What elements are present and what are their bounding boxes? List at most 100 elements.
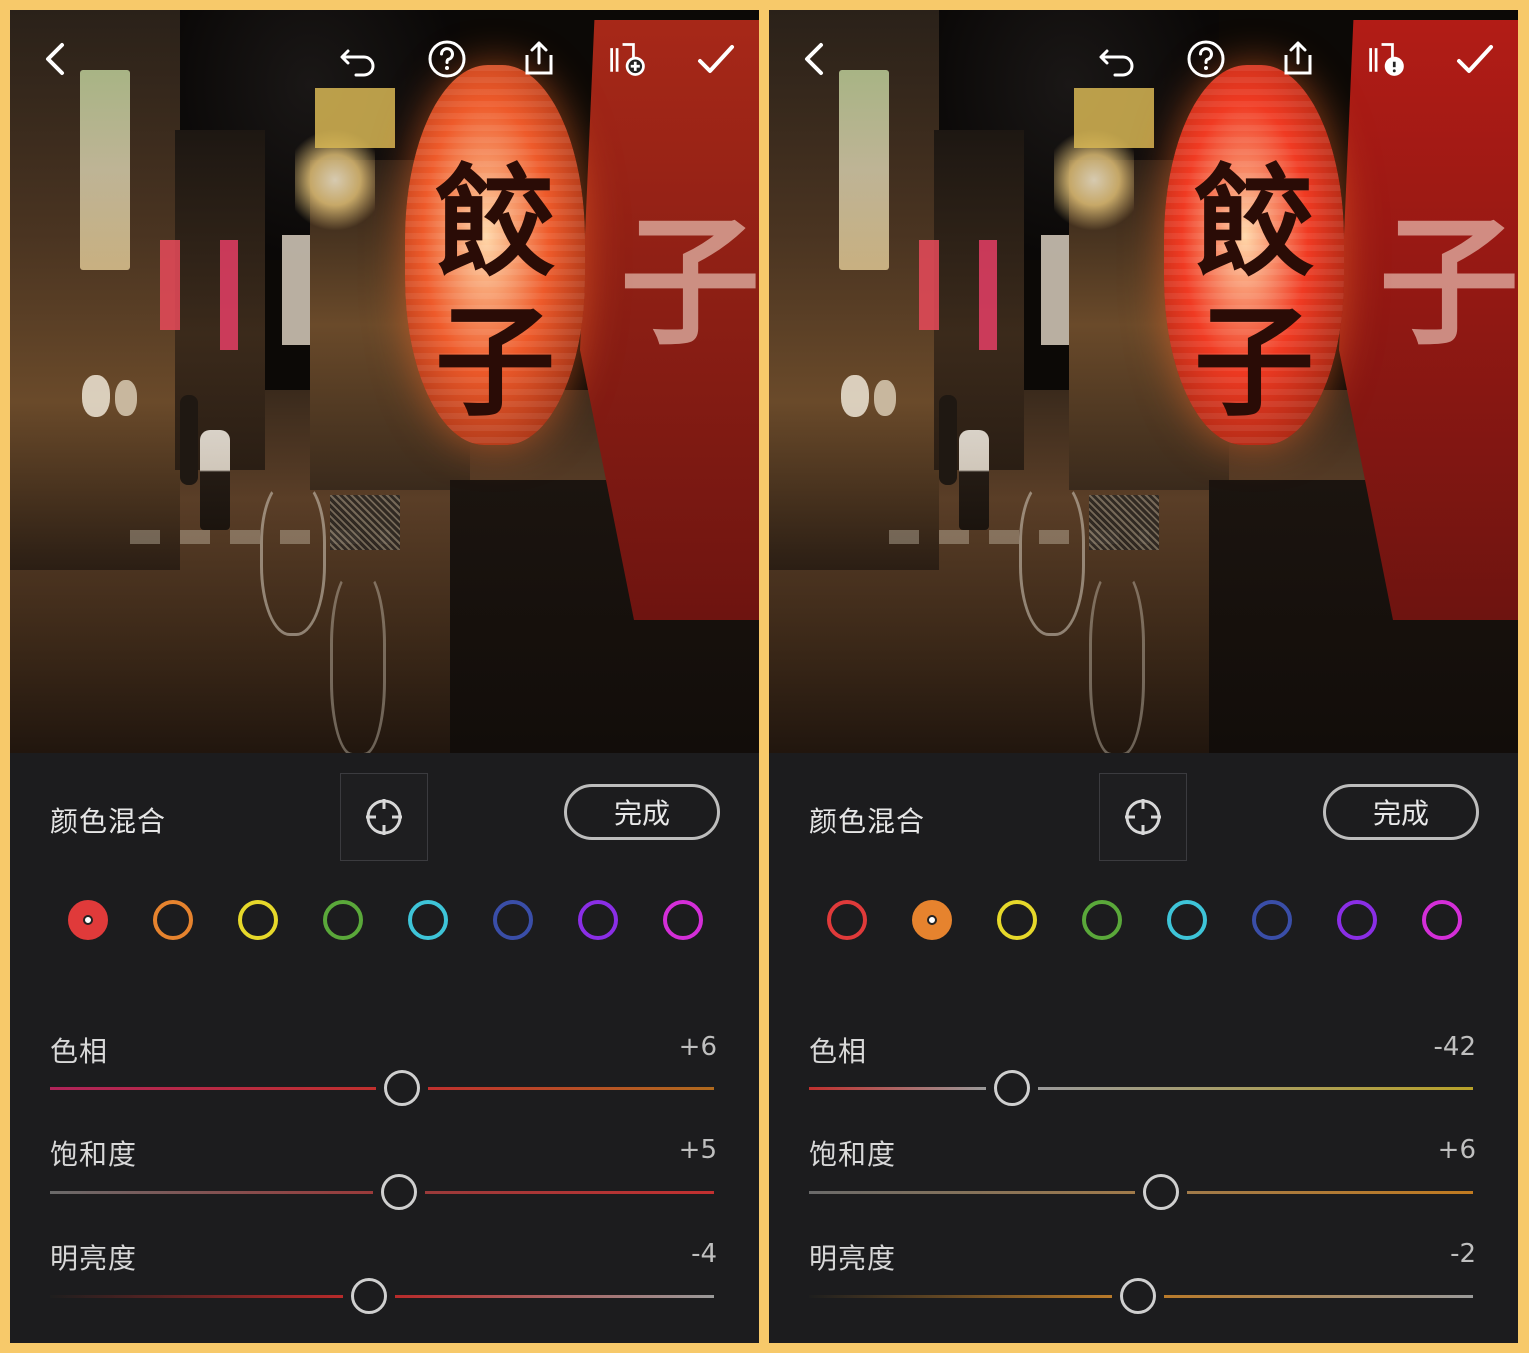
hue-slider[interactable]: [809, 1070, 1473, 1106]
color-swatch[interactable]: [1422, 900, 1462, 940]
undo-button[interactable]: [1095, 36, 1139, 82]
target-adjust-button[interactable]: [340, 773, 428, 861]
slider-track-left: [50, 1191, 373, 1194]
photo-basket: [1089, 495, 1159, 550]
slider-track-left: [809, 1191, 1135, 1194]
photo-sign: [160, 240, 180, 330]
photo-sign: [839, 70, 889, 270]
hue-slider[interactable]: [50, 1070, 714, 1106]
photo-person: [200, 430, 230, 530]
presets-button[interactable]: [604, 36, 652, 82]
color-swatch[interactable]: [912, 900, 952, 940]
luminance-value: -2: [1450, 1239, 1476, 1269]
luminance-label: 明亮度: [809, 1242, 897, 1275]
lantern-text: 子: [435, 292, 555, 433]
share-icon: [525, 41, 553, 75]
share-icon: [1284, 41, 1312, 75]
undo-icon: [340, 49, 375, 77]
slider-thumb[interactable]: [1119, 1278, 1156, 1314]
luminance-slider[interactable]: [809, 1278, 1473, 1314]
preset-warning-icon: [1369, 43, 1404, 76]
lantern-text: 子: [1194, 292, 1314, 433]
confirm-button[interactable]: [1453, 36, 1497, 82]
photo-preview[interactable]: 子 餃 子: [769, 10, 1518, 753]
chevron-left-icon: [46, 43, 64, 75]
slider-thumb[interactable]: [380, 1174, 417, 1210]
help-button[interactable]: [425, 36, 469, 82]
luminance-slider[interactable]: [50, 1278, 714, 1314]
panel-title: 颜色混合: [809, 805, 926, 838]
color-swatch[interactable]: [153, 900, 193, 940]
panel-title: 颜色混合: [50, 805, 167, 838]
saturation-value: +6: [1437, 1135, 1476, 1165]
color-swatch[interactable]: [1082, 900, 1122, 940]
photo-person: [180, 395, 198, 485]
photo-small-lantern: [115, 380, 137, 416]
photo-person: [939, 395, 957, 485]
back-button[interactable]: [795, 36, 835, 82]
editor-panel-left: 子 餃 子 颜色混合 完成 色相 +6 饱和度 +5 明亮度 -4: [10, 10, 759, 1343]
crosshair-icon: [1125, 799, 1161, 835]
help-button[interactable]: [1184, 36, 1228, 82]
photo-bicycle: [260, 480, 326, 636]
slider-track-right: [394, 1295, 714, 1298]
color-swatch[interactable]: [1167, 900, 1207, 940]
color-swatch[interactable]: [68, 900, 108, 940]
slider-thumb[interactable]: [993, 1070, 1030, 1106]
photo-lantern: 餃 子: [405, 65, 585, 445]
undo-button[interactable]: [336, 36, 380, 82]
color-swatch[interactable]: [1252, 900, 1292, 940]
photo-sign: [1074, 88, 1154, 148]
color-swatch[interactable]: [827, 900, 867, 940]
photo-person: [959, 430, 989, 530]
slider-track-right: [1186, 1191, 1473, 1194]
slider-track-right: [1163, 1295, 1473, 1298]
add-preset-icon: [610, 43, 645, 76]
slider-thumb[interactable]: [383, 1070, 420, 1106]
slider-thumb[interactable]: [1142, 1174, 1179, 1210]
noren-text: 子: [620, 201, 759, 365]
color-swatch[interactable]: [997, 900, 1037, 940]
slider-track-right: [1037, 1087, 1473, 1090]
saturation-slider[interactable]: [50, 1174, 714, 1210]
slider-track-left: [809, 1295, 1112, 1298]
hue-label: 色相: [809, 1035, 868, 1068]
color-swatch[interactable]: [578, 900, 618, 940]
photo-bicycle: [330, 570, 386, 753]
color-swatch[interactable]: [238, 900, 278, 940]
crosshair-icon: [366, 799, 402, 835]
done-button[interactable]: 完成: [1323, 784, 1479, 840]
selected-indicator: [83, 915, 93, 925]
photo-small-lantern: [82, 375, 110, 417]
target-adjust-button[interactable]: [1099, 773, 1187, 861]
saturation-label: 饱和度: [809, 1138, 897, 1171]
color-swatch[interactable]: [408, 900, 448, 940]
photo-sign: [979, 240, 997, 350]
share-button[interactable]: [1276, 36, 1320, 82]
hue-label: 色相: [50, 1035, 109, 1068]
slider-thumb[interactable]: [350, 1278, 387, 1314]
color-swatch[interactable]: [323, 900, 363, 940]
photo-sign: [315, 88, 395, 148]
color-swatch[interactable]: [663, 900, 703, 940]
color-swatch[interactable]: [1337, 900, 1377, 940]
photo-preview[interactable]: 子 餃 子: [10, 10, 759, 753]
photo-small-lantern: [841, 375, 869, 417]
saturation-slider[interactable]: [809, 1174, 1473, 1210]
share-button[interactable]: [517, 36, 561, 82]
photo-bicycle: [1019, 480, 1085, 636]
photo-sign: [1041, 235, 1069, 345]
back-button[interactable]: [36, 36, 76, 82]
slider-track-left: [50, 1295, 343, 1298]
color-swatch[interactable]: [493, 900, 533, 940]
help-icon: [1187, 40, 1225, 78]
done-button[interactable]: 完成: [564, 784, 720, 840]
noren-text: 子: [1379, 201, 1518, 365]
color-swatch-row: [827, 900, 1467, 940]
hue-value: +6: [678, 1032, 717, 1062]
presets-button[interactable]: [1363, 36, 1411, 82]
photo-bicycle: [1089, 570, 1145, 753]
photo-sign: [220, 240, 238, 350]
confirm-button[interactable]: [694, 36, 738, 82]
selected-indicator: [927, 915, 937, 925]
